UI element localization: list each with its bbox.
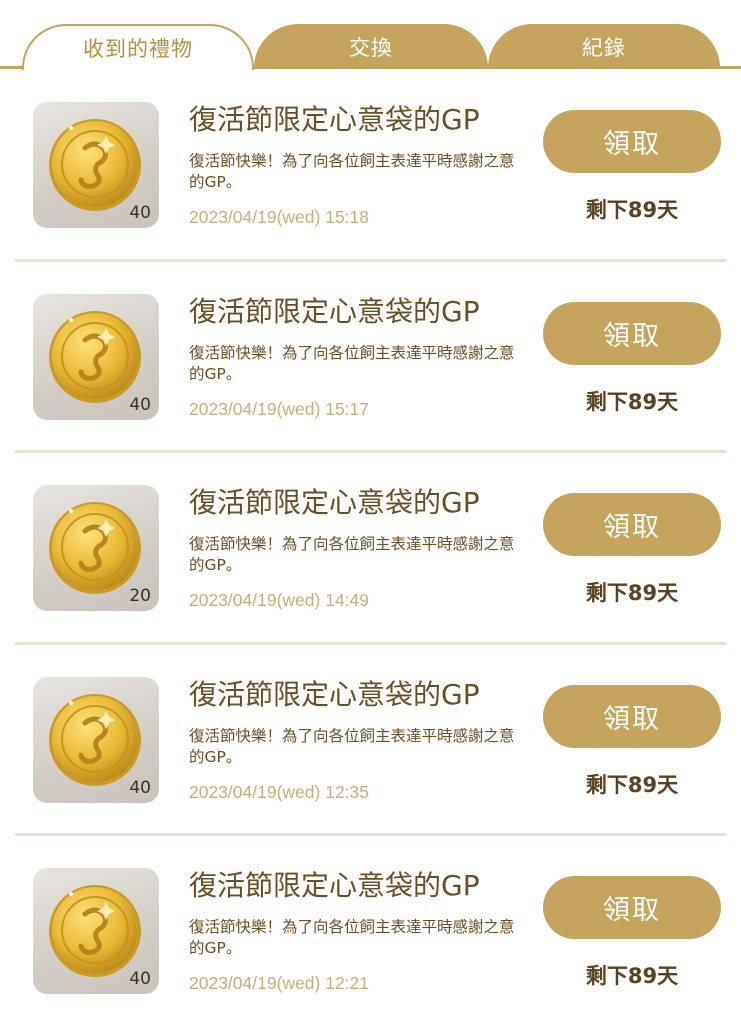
gift-timestamp: 2023/04/19(wed) 15:17	[189, 398, 369, 419]
gift-thumbnail: 40	[33, 293, 159, 420]
tab-exchange[interactable]: 交換	[254, 24, 488, 69]
gift-count: 40	[129, 394, 151, 415]
gift-thumbnail: 40	[33, 102, 159, 228]
gift-list-item: 40 復活節限定心意袋的GP 復活節快樂！為了向各位飼主表達平時感謝之意的GP。…	[0, 836, 741, 1024]
gift-title: 復活節限定心意袋的GP	[189, 869, 480, 902]
gift-timestamp: 2023/04/19(wed) 12:21	[189, 973, 369, 993]
days-remaining: 剩下89天	[585, 772, 679, 797]
gift-timestamp: 2023/04/19(wed) 15:18	[189, 207, 369, 227]
tab-bar: 收到的禮物 交換 紀錄	[0, 0, 741, 70]
days-remaining: 剩下89天	[585, 964, 679, 988]
gift-timestamp: 2023/04/19(wed) 14:49	[189, 590, 369, 610]
gift-inbox-page: 收到的禮物 交換 紀錄 40 復活節限定心意袋的GP 復活節快樂！為了向各位飼主…	[0, 0, 741, 1024]
gift-list-item: 40 復活節限定心意袋的GP 復活節快樂！為了向各位飼主表達平時感謝之意的GP。…	[0, 70, 741, 262]
gift-count: 40	[129, 969, 151, 989]
gift-title: 復活節限定心意袋的GP	[189, 103, 480, 136]
gift-count: 40	[129, 203, 151, 223]
gift-description: 復活節快樂！為了向各位飼主表達平時感謝之意的GP。	[189, 535, 515, 574]
days-remaining: 剩下89天	[585, 198, 679, 222]
gift-list: 40 復活節限定心意袋的GP 復活節快樂！為了向各位飼主表達平時感謝之意的GP。…	[0, 70, 741, 1024]
gift-count: 20	[129, 586, 151, 606]
gift-title: 復活節限定心意袋的GP	[189, 294, 480, 328]
gift-timestamp: 2023/04/19(wed) 12:35	[189, 781, 369, 802]
tab-received-gifts[interactable]: 收到的禮物	[22, 24, 254, 70]
gift-list-item: 20 復活節限定心意袋的GP 復活節快樂！為了向各位飼主表達平時感謝之意的GP。…	[0, 453, 741, 645]
gift-title: 復活節限定心意袋的GP	[189, 486, 480, 519]
gift-description: 復活節快樂！為了向各位飼主表達平時感謝之意的GP。	[189, 918, 515, 957]
claim-button[interactable]: 領取	[543, 876, 721, 939]
gift-count: 40	[129, 777, 151, 798]
gift-description: 復活節快樂！為了向各位飼主表達平時感謝之意的GP。	[189, 152, 515, 191]
gift-description: 復活節快樂！為了向各位飼主表達平時感謝之意的GP。	[189, 343, 515, 383]
gift-title: 復活節限定心意袋的GP	[189, 677, 480, 711]
days-remaining: 剩下89天	[585, 389, 679, 414]
claim-button[interactable]: 領取	[543, 684, 721, 748]
gift-thumbnail: 40	[33, 868, 159, 994]
gift-list-item: 40 復活節限定心意袋的GP 復活節快樂！為了向各位飼主表達平時感謝之意的GP。…	[0, 645, 741, 836]
gift-list-item: 40 復活節限定心意袋的GP 復活節快樂！為了向各位飼主表達平時感謝之意的GP。…	[0, 262, 741, 453]
claim-button[interactable]: 領取	[543, 493, 721, 556]
gift-thumbnail: 40	[33, 676, 159, 803]
claim-button[interactable]: 領取	[543, 301, 721, 365]
claim-button[interactable]: 領取	[543, 110, 721, 173]
gift-thumbnail: 20	[33, 485, 159, 611]
days-remaining: 剩下89天	[585, 581, 679, 605]
tab-records[interactable]: 紀錄	[488, 24, 720, 69]
gift-description: 復活節快樂！為了向各位飼主表達平時感謝之意的GP。	[189, 726, 515, 766]
